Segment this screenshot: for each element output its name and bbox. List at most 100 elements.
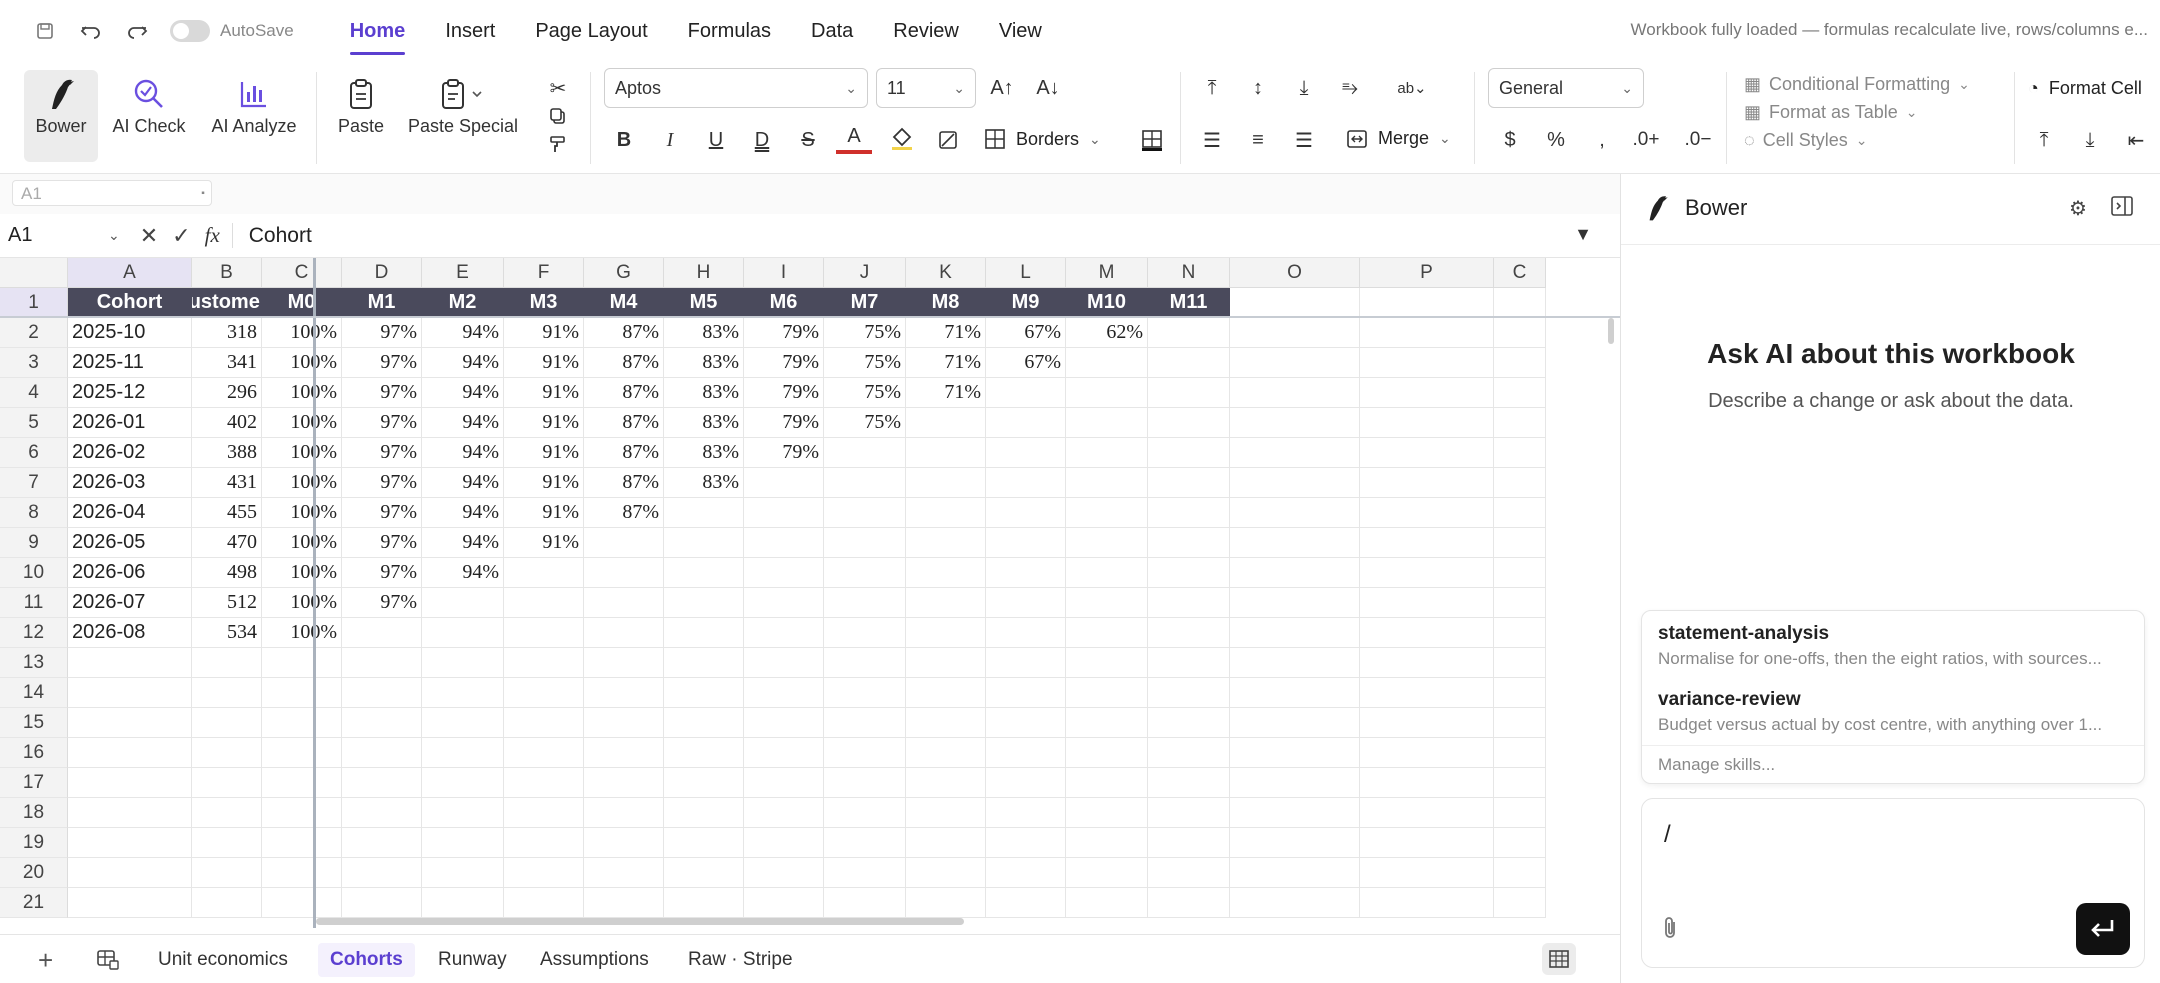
grid-cell[interactable] — [824, 828, 906, 858]
grid-cell[interactable] — [192, 888, 262, 918]
grid-cell[interactable] — [1230, 318, 1360, 348]
cell-border-icon[interactable] — [1134, 122, 1170, 158]
retention-cell[interactable]: 100% — [262, 588, 342, 618]
grid-cell[interactable] — [906, 828, 986, 858]
manage-skills-link[interactable]: Manage skills... — [1658, 755, 1775, 775]
retention-cell[interactable]: 100% — [262, 618, 342, 648]
grid-cell[interactable] — [1230, 858, 1360, 888]
grid-cell[interactable] — [1230, 648, 1360, 678]
grid-cell[interactable] — [664, 708, 744, 738]
retention-cell[interactable]: 83% — [664, 408, 744, 438]
grid-cell[interactable] — [262, 768, 342, 798]
grid-cell[interactable] — [68, 708, 192, 738]
grid-cell[interactable] — [1494, 378, 1546, 408]
grid-cell[interactable] — [342, 708, 422, 738]
retention-cell[interactable] — [584, 528, 664, 558]
grid-cell[interactable] — [1230, 828, 1360, 858]
merge-button[interactable]: Merge ⌄ — [1346, 128, 1451, 149]
grid-cell[interactable] — [584, 738, 664, 768]
retention-cell[interactable] — [744, 468, 824, 498]
grid-cell[interactable] — [1230, 618, 1360, 648]
conditional-formatting-button[interactable]: ▦ Conditional Formatting ⌄ — [1744, 74, 1970, 95]
grid-cell[interactable] — [1494, 468, 1546, 498]
tab-review[interactable]: Review — [887, 12, 965, 51]
grid-cell[interactable] — [1494, 618, 1546, 648]
grid-cell[interactable] — [504, 858, 584, 888]
grid-cell[interactable] — [504, 678, 584, 708]
grid-cell[interactable] — [1360, 708, 1494, 738]
column-header[interactable]: A — [68, 258, 192, 288]
column-header[interactable]: I — [744, 258, 824, 288]
grid-cell[interactable] — [1360, 318, 1494, 348]
grid-cell[interactable] — [1148, 798, 1230, 828]
retention-cell[interactable]: 94% — [422, 378, 504, 408]
grid-cell[interactable] — [1494, 588, 1546, 618]
grid-cell[interactable] — [1066, 888, 1148, 918]
retention-cell[interactable] — [986, 618, 1066, 648]
grid-cell[interactable] — [1230, 348, 1360, 378]
retention-cell[interactable] — [744, 558, 824, 588]
row-header[interactable]: 15 — [0, 708, 68, 738]
grid-cell[interactable] — [584, 648, 664, 678]
grid-cell[interactable] — [1494, 888, 1546, 918]
save-icon[interactable] — [22, 11, 68, 51]
grid-cell[interactable] — [986, 768, 1066, 798]
grid-cell[interactable] — [664, 738, 744, 768]
align-right-icon[interactable]: ☰ — [1286, 122, 1322, 158]
retention-cell[interactable] — [584, 558, 664, 588]
grid-cell[interactable] — [986, 858, 1066, 888]
grid-cell[interactable] — [1494, 498, 1546, 528]
tab-data[interactable]: Data — [805, 12, 859, 51]
resize-handle-icon[interactable]: ▪ — [194, 182, 212, 204]
grid-cell[interactable] — [906, 798, 986, 828]
retention-cell[interactable] — [1148, 348, 1230, 378]
retention-cell[interactable] — [744, 498, 824, 528]
grid-cell[interactable] — [422, 858, 504, 888]
retention-cell[interactable]: 87% — [584, 378, 664, 408]
grid-cell[interactable] — [1066, 678, 1148, 708]
grid-cell[interactable] — [1360, 678, 1494, 708]
grid-cell[interactable] — [906, 888, 986, 918]
grid-cell[interactable] — [68, 768, 192, 798]
insert-above-icon[interactable]: ⤒ — [2026, 122, 2062, 158]
grid-cell[interactable] — [504, 828, 584, 858]
grid-cell[interactable] — [1360, 768, 1494, 798]
grid-cell[interactable] — [262, 648, 342, 678]
grid-cell[interactable] — [422, 738, 504, 768]
retention-cell[interactable]: 71% — [906, 378, 986, 408]
tab-page-layout[interactable]: Page Layout — [529, 12, 653, 51]
grid-cell[interactable] — [1230, 798, 1360, 828]
grid-cell[interactable] — [1494, 348, 1546, 378]
align-top-icon[interactable]: ⤒ — [1194, 70, 1230, 106]
row-header[interactable]: 16 — [0, 738, 68, 768]
retention-cell[interactable] — [1148, 498, 1230, 528]
grid-cell[interactable] — [1494, 288, 1546, 318]
grid-cell[interactable] — [664, 798, 744, 828]
grid-cell[interactable] — [664, 678, 744, 708]
sheet-tab-assumptions[interactable]: Assumptions — [528, 943, 661, 977]
cohort-cell[interactable]: 2025-10 — [68, 318, 192, 348]
retention-cell[interactable] — [664, 498, 744, 528]
column-header[interactable]: N — [1148, 258, 1230, 288]
row-header[interactable]: 20 — [0, 858, 68, 888]
customers-cell[interactable]: 318 — [192, 318, 262, 348]
underline-button[interactable]: U — [698, 122, 734, 158]
retention-cell[interactable] — [1066, 468, 1148, 498]
add-sheet-icon[interactable]: + — [38, 945, 53, 976]
grid-cell[interactable] — [192, 648, 262, 678]
formula-input[interactable]: Cohort — [249, 224, 312, 248]
row-header[interactable]: 13 — [0, 648, 68, 678]
grid-cell[interactable] — [504, 648, 584, 678]
retention-cell[interactable] — [664, 558, 744, 588]
retention-cell[interactable]: 100% — [262, 378, 342, 408]
grid-cell[interactable] — [1066, 768, 1148, 798]
grid-cell[interactable] — [1148, 768, 1230, 798]
grid-cell[interactable] — [584, 678, 664, 708]
grid-cell[interactable] — [584, 798, 664, 828]
borders-button[interactable]: Borders ⌄ — [984, 128, 1101, 150]
retention-cell[interactable]: 97% — [342, 528, 422, 558]
retention-cell[interactable]: 91% — [504, 498, 584, 528]
grid-cell[interactable] — [824, 678, 906, 708]
grid-cell[interactable] — [1148, 678, 1230, 708]
table-header-cell[interactable]: M11 — [1148, 288, 1230, 318]
